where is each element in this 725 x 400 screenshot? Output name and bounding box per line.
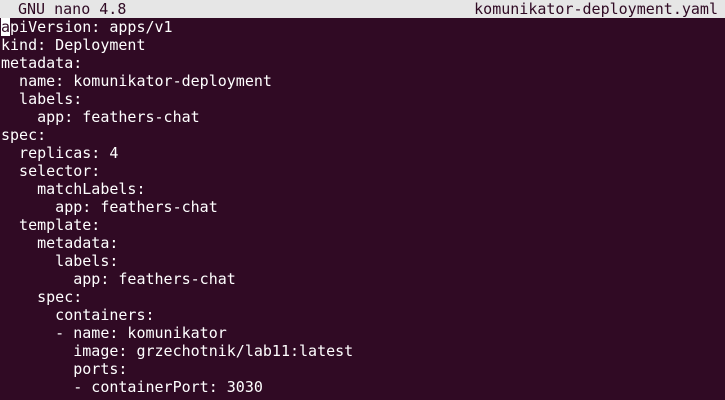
editor-line[interactable]: app: feathers-chat <box>0 198 725 216</box>
editor-line[interactable]: replicas: 4 <box>0 144 725 162</box>
nano-version: GNU nano 4.8 <box>18 0 127 18</box>
editor-line[interactable]: name: komunikator-deployment <box>0 72 725 90</box>
editor-line[interactable]: labels: <box>0 90 725 108</box>
editor-line[interactable]: matchLabels: <box>0 180 725 198</box>
editor-line[interactable]: apiVersion: apps/v1 <box>0 18 725 36</box>
editor-line[interactable]: selector: <box>0 162 725 180</box>
editor-line[interactable]: containers: <box>0 306 725 324</box>
editor-line[interactable]: labels: <box>0 252 725 270</box>
editor-line[interactable]: spec: <box>0 126 725 144</box>
editor-line[interactable]: image: grzechotnik/lab11:latest <box>0 342 725 360</box>
editor-line[interactable]: - name: komunikator <box>0 324 725 342</box>
terminal-window[interactable]: GNU nano 4.8 komunikator-deployment.yaml… <box>0 0 725 400</box>
editor-line[interactable]: kind: Deployment <box>0 36 725 54</box>
line-text: piVersion: apps/v1 <box>10 18 173 36</box>
nano-title-bar: GNU nano 4.8 komunikator-deployment.yaml <box>0 0 725 18</box>
text-cursor: a <box>1 18 11 36</box>
editor-area[interactable]: apiVersion: apps/v1 kind: Deployment met… <box>0 18 725 400</box>
editor-line[interactable]: template: <box>0 216 725 234</box>
editor-line[interactable]: app: feathers-chat <box>0 270 725 288</box>
editor-line[interactable]: metadata: <box>0 234 725 252</box>
file-name: komunikator-deployment.yaml <box>474 0 718 18</box>
editor-line[interactable]: ports: <box>0 360 725 378</box>
editor-line[interactable]: app: feathers-chat <box>0 108 725 126</box>
editor-line[interactable]: spec: <box>0 288 725 306</box>
editor-line[interactable]: metadata: <box>0 54 725 72</box>
editor-line[interactable]: - containerPort: 3030 <box>0 378 725 396</box>
